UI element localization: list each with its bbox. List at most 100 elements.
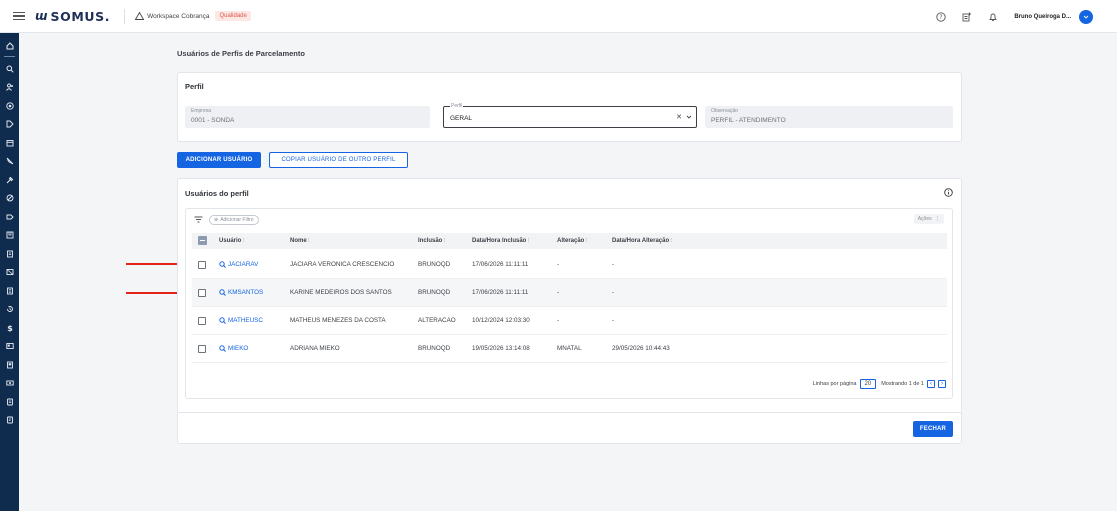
menu-icon[interactable] xyxy=(13,11,25,21)
id-card-icon[interactable] xyxy=(0,337,19,356)
document-icon[interactable] xyxy=(0,245,19,264)
cell-data-inclusao: 10/12/2024 12:03:30 xyxy=(472,317,530,324)
file-icon[interactable] xyxy=(0,356,19,375)
divider xyxy=(124,8,126,24)
user-name[interactable]: Bruno Queiroga D... xyxy=(1014,14,1071,20)
rows-per-page-select[interactable]: 20 xyxy=(859,379,877,389)
tools-icon[interactable] xyxy=(0,171,19,190)
cell-data-alteracao: - xyxy=(612,289,615,296)
perfil-value: GERAL xyxy=(450,115,473,122)
select-all-checkbox[interactable] xyxy=(198,236,207,245)
cell-nome: KARINE MEDEIROS DOS SANTOS xyxy=(290,289,392,296)
filter-icon[interactable] xyxy=(194,216,203,223)
table-header: Usuário⁝ Nome⁝ Inclusão⁝ Data/Hora Inclu… xyxy=(192,233,947,249)
empresa-field: Empresa 0001 - SONDA xyxy=(185,106,430,128)
svg-text:?: ? xyxy=(940,14,943,21)
top-bar: ɯ SOMUS. Workspace Cobrança Qualidade ? … xyxy=(0,0,1117,33)
help-icon[interactable]: ? xyxy=(934,10,948,24)
cell-nome: MATHEUS MENEZES DA COSTA xyxy=(290,317,386,324)
app-logo[interactable]: ɯ SOMUS. xyxy=(35,9,110,24)
table-row[interactable]: MATHEUSC MATHEUS MENEZES DA COSTA ALTERA… xyxy=(192,307,947,335)
add-user-button[interactable]: ADICIONAR USUÁRIO xyxy=(177,152,261,168)
search-icon[interactable] xyxy=(0,60,19,79)
table-row[interactable]: JACIARAV JACIARA VERONICA CRESCENCIO BRU… xyxy=(192,251,947,279)
logo-mark: ɯ xyxy=(35,9,47,23)
history-icon[interactable] xyxy=(0,300,19,319)
perfil-label: Perfil xyxy=(450,103,464,109)
plus-circle-icon: ⊕ xyxy=(214,216,219,223)
col-header[interactable]: Data/Hora Inclusão⁝ xyxy=(472,237,529,244)
calendar-icon[interactable] xyxy=(0,134,19,153)
footer-card: FECHAR xyxy=(177,412,962,444)
user-link[interactable]: JACIARAV xyxy=(219,261,258,268)
actions-menu[interactable]: Ações ⋮ xyxy=(913,214,944,224)
environment-badge: Qualidade xyxy=(215,11,251,21)
workspace-selector[interactable]: Workspace Cobrança xyxy=(135,12,209,20)
layers-icon[interactable] xyxy=(0,263,19,282)
chevron-down-icon[interactable] xyxy=(686,114,692,120)
col-header[interactable]: Data/Hora Alteração⁝ xyxy=(612,237,672,244)
row-checkbox[interactable] xyxy=(198,345,206,353)
user-link[interactable]: KMSANTOS xyxy=(219,289,263,296)
add-filter-label: Adicionar Filtro xyxy=(220,216,254,223)
list-icon[interactable] xyxy=(0,282,19,301)
cell-data-inclusao: 19/05/2026 13:14:08 xyxy=(472,345,530,352)
pagination: Linhas por página 20 Mostrando 1 de 1 ‹ … xyxy=(813,379,946,389)
observacao-label: Observação xyxy=(711,108,738,114)
block-icon[interactable] xyxy=(0,189,19,208)
chevron-right-icon: › xyxy=(941,381,943,387)
cell-inclusao: ALTERACAO xyxy=(418,317,456,324)
col-header[interactable]: Alteração⁝ xyxy=(557,237,587,244)
actions-label: Ações xyxy=(917,216,932,222)
empresa-label: Empresa xyxy=(191,108,212,114)
grid-toolbar: ⊕ Adicionar Filtro Ações ⋮ xyxy=(186,209,952,230)
perfil-card: Perfil Empresa 0001 - SONDA Perfil GERAL… xyxy=(177,72,962,142)
phone-off-icon[interactable] xyxy=(0,152,19,171)
row-checkbox[interactable] xyxy=(198,289,206,297)
info-icon[interactable] xyxy=(944,188,953,197)
bell-icon[interactable] xyxy=(986,10,1000,24)
money-icon[interactable] xyxy=(0,374,19,393)
user-link[interactable]: MATHEUSC xyxy=(219,317,263,324)
home-icon[interactable] xyxy=(0,37,19,56)
prev-page-button[interactable]: ‹ xyxy=(927,380,935,388)
box-icon[interactable] xyxy=(0,226,19,245)
note-icon[interactable] xyxy=(0,393,19,412)
apps-icon[interactable] xyxy=(960,10,974,24)
note2-icon[interactable] xyxy=(0,411,19,430)
col-header[interactable]: Inclusão⁝ xyxy=(418,237,445,244)
table-row[interactable]: KMSANTOS KARINE MEDEIROS DOS SANTOS BRUN… xyxy=(192,279,947,307)
cell-nome: JACIARA VERONICA CRESCENCIO xyxy=(290,261,395,268)
add-filter-button[interactable]: ⊕ Adicionar Filtro xyxy=(209,214,259,225)
workspace-icon xyxy=(135,12,145,20)
users-grid: ⊕ Adicionar Filtro Ações ⋮ Usuário⁝ Nome… xyxy=(185,208,953,399)
users-title: Usuários do perfil xyxy=(185,189,249,198)
clear-icon[interactable]: ✕ xyxy=(676,113,682,121)
avatar[interactable] xyxy=(1079,9,1093,24)
table-row[interactable]: MIEKO ADRIANA MIEKO BRUNOQD 19/05/2026 1… xyxy=(192,335,947,363)
row-checkbox[interactable] xyxy=(198,261,206,269)
cell-data-alteracao: - xyxy=(612,261,615,268)
cell-data-alteracao: 29/05/2026 10:44:43 xyxy=(612,345,670,352)
dollar-icon[interactable]: $ xyxy=(0,319,19,338)
copy-user-button[interactable]: COPIAR USUÁRIO DE OUTRO PERFIL xyxy=(269,152,408,168)
search-icon xyxy=(219,345,226,352)
tag-icon[interactable] xyxy=(0,208,19,227)
cell-alteracao: - xyxy=(557,289,560,296)
perfil-title: Perfil xyxy=(185,82,204,91)
cell-data-alteracao: - xyxy=(612,317,615,324)
next-page-button[interactable]: › xyxy=(938,380,946,388)
observacao-field: Observação PERFIL - ATENDIMENTO xyxy=(705,106,953,128)
cell-data-inclusao: 17/06/2026 11:11:11 xyxy=(472,261,529,268)
col-header[interactable]: Usuário⁝ xyxy=(219,237,244,244)
people-icon[interactable] xyxy=(0,78,19,97)
perfil-select[interactable]: Perfil GERAL ✕ xyxy=(443,103,697,128)
chevron-left-icon: ‹ xyxy=(930,381,932,387)
user-link[interactable]: MIEKO xyxy=(219,345,248,352)
row-checkbox[interactable] xyxy=(198,317,206,325)
target-icon[interactable] xyxy=(0,97,19,116)
col-header[interactable]: Nome⁝ xyxy=(290,237,310,244)
route-icon[interactable] xyxy=(0,115,19,134)
showing-label: Mostrando 1 de 1 xyxy=(881,381,924,387)
close-button[interactable]: FECHAR xyxy=(913,421,953,437)
